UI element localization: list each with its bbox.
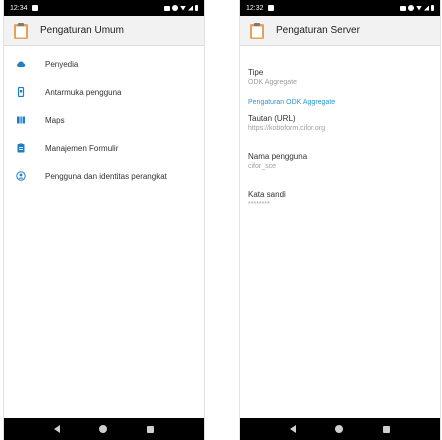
vibrate-icon xyxy=(164,5,170,11)
menu-item-label: Maps xyxy=(45,115,65,125)
battery-icon xyxy=(431,5,434,11)
preference-summary: cifor_sce xyxy=(248,163,277,170)
server-url-preference[interactable]: Tautan (URL) https://koboform.cifor.org xyxy=(240,114,440,133)
user-id-icon xyxy=(16,171,26,181)
cloud-icon xyxy=(17,61,26,67)
vibrate-icon xyxy=(400,5,406,11)
phone-screen-server-settings: 12:32 Pengaturan Server Tipe ODK Aggrega… xyxy=(240,0,440,440)
status-bar: 12:34 xyxy=(4,0,204,16)
page-title: Pengaturan Umum xyxy=(40,25,124,36)
menu-item-server[interactable]: Penyedia xyxy=(4,50,204,78)
preference-summary: https://koboform.cifor.org xyxy=(248,125,326,132)
wifi-icon xyxy=(180,5,186,11)
eye-icon xyxy=(408,5,414,11)
preference-summary: ODK Aggregate xyxy=(248,79,298,86)
settings-menu: Penyedia Antarmuka pengguna Maps Manajem… xyxy=(4,50,204,190)
status-bar: 12:32 xyxy=(240,0,440,16)
preference-title: Tipe xyxy=(248,68,264,77)
menu-item-label: Manajemen Formulir xyxy=(45,143,119,153)
app-bar: Pengaturan Server xyxy=(240,16,440,46)
clipboard-icon xyxy=(14,22,28,39)
navigation-bar xyxy=(4,418,204,440)
home-icon[interactable] xyxy=(99,425,108,433)
server-type-preference[interactable]: Tipe ODK Aggregate xyxy=(240,68,440,87)
menu-item-label: Antarmuka pengguna xyxy=(45,87,122,97)
signal-icon xyxy=(188,5,193,11)
home-icon[interactable] xyxy=(335,425,344,433)
navigation-bar xyxy=(240,418,440,440)
section-header: Pengaturan ODK Aggregate xyxy=(248,99,336,106)
notification-icon xyxy=(31,5,38,11)
status-time: 12:34 xyxy=(10,4,28,12)
recent-apps-icon[interactable] xyxy=(383,425,391,433)
menu-item-user-interface[interactable]: Antarmuka pengguna xyxy=(4,78,204,106)
map-icon xyxy=(17,116,25,124)
status-time: 12:32 xyxy=(246,4,264,12)
page-title: Pengaturan Server xyxy=(276,25,360,36)
notification-icon xyxy=(267,5,274,11)
recent-apps-icon[interactable] xyxy=(147,425,155,433)
phone-icon xyxy=(17,87,25,97)
server-settings-list: Tipe ODK Aggregate Pengaturan ODK Aggreg… xyxy=(240,50,440,209)
clipboard-list-icon xyxy=(17,143,25,153)
menu-item-user-device-identity[interactable]: Pengguna dan identitas perangkat xyxy=(4,162,204,190)
preference-summary: ******** xyxy=(248,201,270,208)
preference-title: Kata sandi xyxy=(248,190,286,199)
wifi-icon xyxy=(416,5,422,11)
back-icon[interactable] xyxy=(289,425,296,433)
menu-item-label: Pengguna dan identitas perangkat xyxy=(45,171,167,181)
password-preference[interactable]: Kata sandi ******** xyxy=(240,190,440,209)
battery-icon xyxy=(195,5,198,11)
app-bar: Pengaturan Umum xyxy=(4,16,204,46)
preference-title: Nama pengguna xyxy=(248,152,308,161)
back-icon[interactable] xyxy=(53,425,60,433)
menu-item-maps[interactable]: Maps xyxy=(4,106,204,134)
menu-item-form-management[interactable]: Manajemen Formulir xyxy=(4,134,204,162)
phone-screen-general-settings: 12:34 Pengaturan Umum Penyedia Antarmuka… xyxy=(4,0,204,440)
username-preference[interactable]: Nama pengguna cifor_sce xyxy=(240,152,440,171)
eye-icon xyxy=(172,5,178,11)
menu-item-label: Penyedia xyxy=(45,59,79,69)
clipboard-icon xyxy=(250,22,264,39)
signal-icon xyxy=(424,5,429,11)
preference-title: Tautan (URL) xyxy=(248,114,296,123)
